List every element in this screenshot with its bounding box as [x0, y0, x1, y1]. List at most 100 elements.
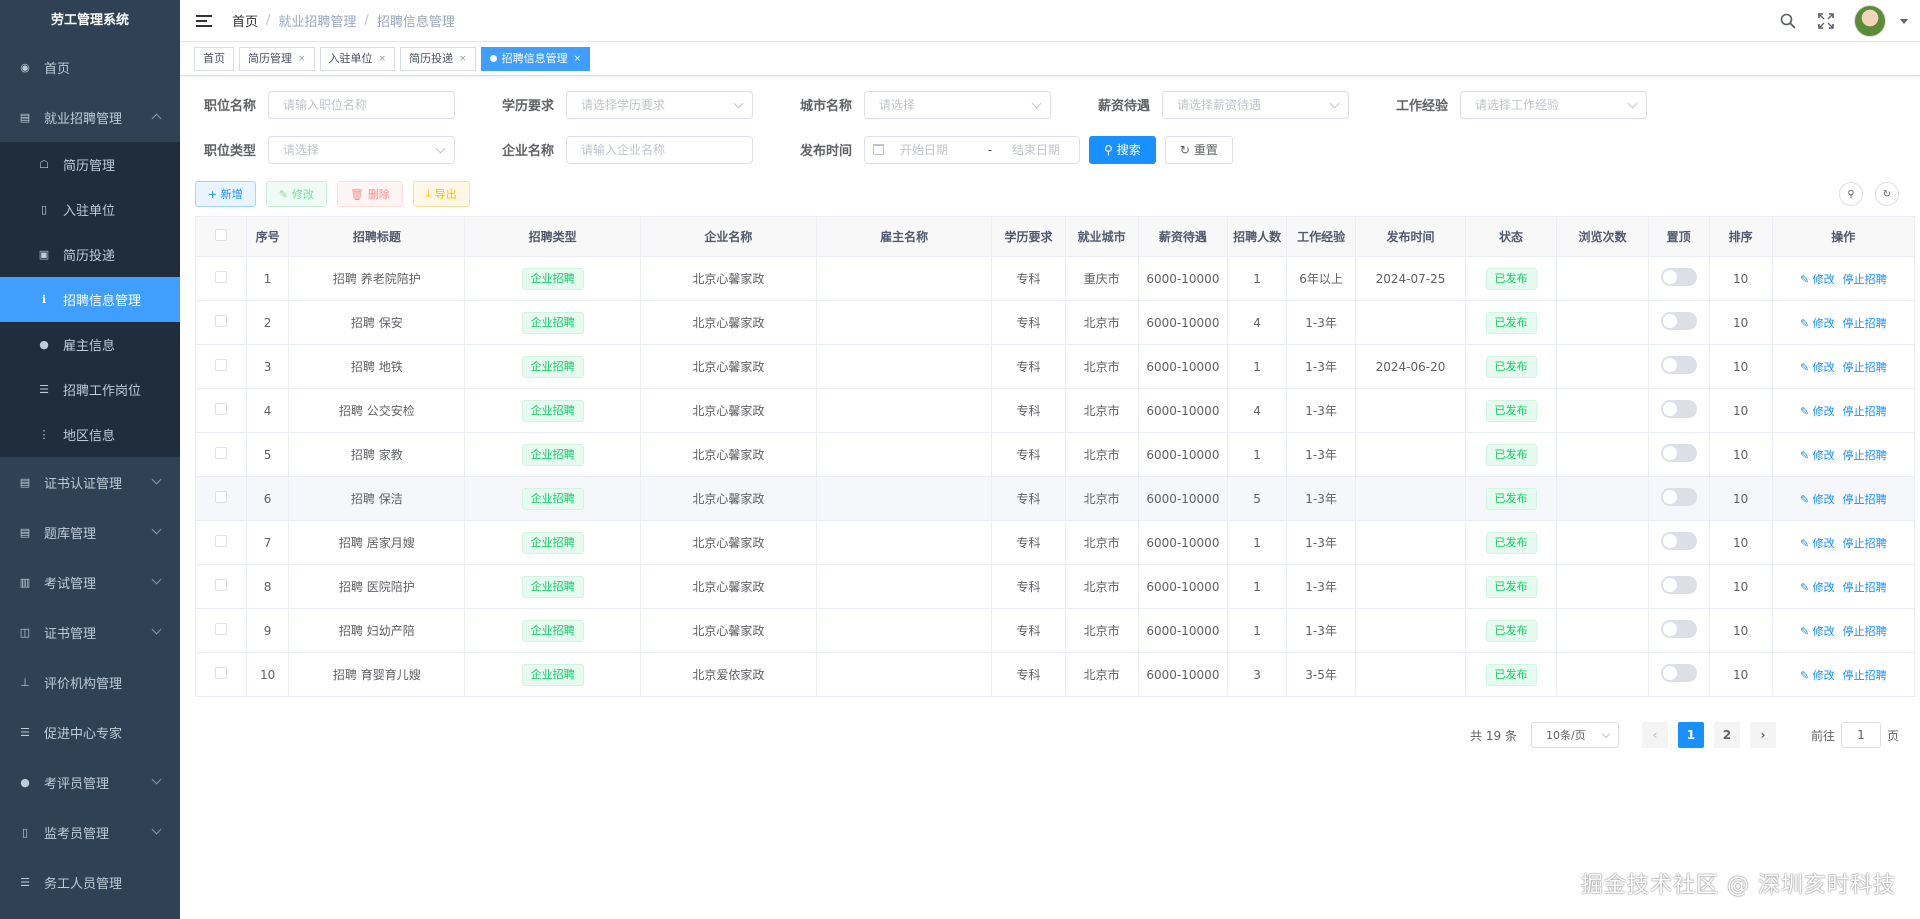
row-edit-link[interactable]: ✎ 修改 [1800, 669, 1835, 682]
row-checkbox[interactable] [214, 359, 227, 371]
menu-item-cert-auth[interactable]: ▤ 证书认证管理 [0, 457, 180, 507]
start-date[interactable]: 开始日期 [900, 137, 980, 163]
refresh-icon[interactable]: ↻ [1875, 182, 1899, 206]
row-checkbox[interactable] [214, 623, 227, 635]
search-icon[interactable] [1778, 11, 1798, 31]
goto-page-input[interactable]: 1 [1840, 722, 1881, 748]
top-switch[interactable] [1660, 576, 1697, 594]
prev-page-button[interactable]: ‹ [1641, 722, 1668, 748]
row-stop-link[interactable]: 停止招聘 [1843, 537, 1887, 550]
education-select[interactable]: 请选择学历要求 [566, 90, 753, 119]
row-stop-link[interactable]: 停止招聘 [1843, 625, 1887, 638]
row-stop-link[interactable]: 停止招聘 [1843, 449, 1887, 462]
page-1-button[interactable]: 1 [1677, 722, 1704, 748]
export-button[interactable]: ⤓ 导出 [412, 181, 470, 207]
close-icon[interactable]: × [574, 48, 582, 70]
row-checkbox[interactable] [214, 535, 227, 547]
row-checkbox[interactable] [214, 271, 227, 283]
menu-item-evaluators[interactable]: ● 考评员管理 [0, 757, 180, 807]
menu-item-home[interactable]: ◉ 首页 [0, 42, 180, 92]
row-edit-link[interactable]: ✎ 修改 [1800, 405, 1835, 418]
top-switch[interactable] [1660, 620, 1697, 638]
submenu-item-delivery[interactable]: ▣ 简历投递 [0, 232, 180, 277]
submenu-item-region[interactable]: ⋮ 地区信息 [0, 412, 180, 457]
row-edit-link[interactable]: ✎ 修改 [1800, 361, 1835, 374]
menu-item-question-bank[interactable]: ▤ 题库管理 [0, 507, 180, 557]
date-range-picker[interactable]: 开始日期 - 结束日期 [864, 135, 1080, 164]
tag-company[interactable]: 入驻单位 × [319, 46, 396, 71]
row-stop-link[interactable]: 停止招聘 [1843, 493, 1887, 506]
col-header: 招聘人数 [1227, 216, 1288, 257]
tag-home[interactable]: 首页 [194, 46, 234, 71]
menu-item-exam[interactable]: ▥ 考试管理 [0, 557, 180, 607]
row-edit-link[interactable]: ✎ 修改 [1800, 317, 1835, 330]
tag-delivery[interactable]: 简历投递 × [400, 46, 476, 71]
end-date[interactable]: 结束日期 [1000, 137, 1060, 163]
row-edit-link[interactable]: ✎ 修改 [1800, 625, 1835, 638]
position-type-select[interactable]: 请选择 [268, 135, 455, 164]
submenu-item-resume[interactable]: ☖ 简历管理 [0, 142, 180, 187]
row-stop-link[interactable]: 停止招聘 [1843, 581, 1887, 594]
tag-recruit-info[interactable]: 招聘信息管理 × [480, 46, 591, 71]
row-stop-link[interactable]: 停止招聘 [1843, 273, 1887, 286]
top-switch[interactable] [1660, 400, 1697, 418]
submenu-item-recruit-info[interactable]: ℹ 招聘信息管理 [0, 277, 180, 322]
salary-select[interactable]: 请选择薪资待遇 [1162, 90, 1349, 119]
next-page-button[interactable]: › [1749, 722, 1776, 748]
search-button[interactable]: ⚲ 搜索 [1089, 135, 1156, 164]
delete-button[interactable]: 🗑 删除 [336, 181, 403, 207]
top-switch[interactable] [1660, 268, 1697, 286]
top-switch[interactable] [1660, 444, 1697, 462]
status-badge: 已发布 [1485, 531, 1537, 554]
top-switch[interactable] [1660, 356, 1697, 374]
row-checkbox[interactable] [214, 667, 227, 679]
menu-item-recruitment[interactable]: ▤ 就业招聘管理 [0, 92, 180, 142]
submenu-item-positions[interactable]: ☰ 招聘工作岗位 [0, 367, 180, 412]
row-stop-link[interactable]: 停止招聘 [1843, 669, 1887, 682]
row-edit-link[interactable]: ✎ 修改 [1800, 273, 1835, 286]
close-icon[interactable]: × [459, 48, 467, 70]
row-edit-link[interactable]: ✎ 修改 [1800, 449, 1835, 462]
reset-button[interactable]: ↻ 重置 [1164, 135, 1233, 164]
add-button[interactable]: + 新增 [195, 181, 256, 207]
top-switch[interactable] [1660, 312, 1697, 330]
city-select[interactable]: 请选择 [864, 90, 1051, 119]
position-name-input[interactable]: 请输入职位名称 [268, 90, 455, 119]
hamburger-icon[interactable] [196, 13, 212, 29]
row-checkbox[interactable] [214, 491, 227, 503]
experience-select[interactable]: 请选择工作经验 [1460, 90, 1647, 119]
page-2-button[interactable]: 2 [1713, 722, 1740, 748]
row-stop-link[interactable]: 停止招聘 [1843, 361, 1887, 374]
row-checkbox[interactable] [214, 403, 227, 415]
caret-down-icon[interactable] [1900, 18, 1908, 24]
menu-item-eval-org[interactable]: ⊥ 评价机构管理 [0, 657, 180, 707]
row-edit-link[interactable]: ✎ 修改 [1800, 581, 1835, 594]
close-icon[interactable]: × [379, 48, 387, 70]
top-switch[interactable] [1660, 532, 1697, 550]
fullscreen-icon[interactable] [1816, 11, 1836, 31]
avatar[interactable] [1854, 5, 1886, 37]
submenu-item-company[interactable]: ▯ 入驻单位 [0, 187, 180, 232]
row-checkbox[interactable] [214, 579, 227, 591]
page-size-select[interactable]: 10条/页 [1530, 722, 1619, 748]
breadcrumb-home[interactable]: 首页 [232, 11, 258, 30]
top-switch[interactable] [1660, 488, 1697, 506]
top-switch[interactable] [1660, 664, 1697, 682]
menu-item-workers[interactable]: ☰ 务工人员管理 [0, 857, 180, 907]
row-checkbox[interactable] [214, 315, 227, 327]
tag-resume[interactable]: 简历管理 × [239, 46, 315, 71]
menu-item-experts[interactable]: ☰ 促进中心专家 [0, 707, 180, 757]
menu-item-proctors[interactable]: ▯ 监考员管理 [0, 807, 180, 857]
close-icon[interactable]: × [298, 48, 306, 70]
row-edit-link[interactable]: ✎ 修改 [1800, 493, 1835, 506]
company-input[interactable]: 请输入企业名称 [566, 135, 753, 164]
select-all-checkbox[interactable] [214, 229, 227, 241]
row-stop-link[interactable]: 停止招聘 [1843, 405, 1887, 418]
submenu-item-employer[interactable]: ● 雇主信息 [0, 322, 180, 367]
row-stop-link[interactable]: 停止招聘 [1843, 317, 1887, 330]
toggle-search-icon[interactable]: ⚲ [1839, 182, 1863, 206]
edit-button[interactable]: ✎ 修改 [265, 181, 327, 207]
row-checkbox[interactable] [214, 447, 227, 459]
row-edit-link[interactable]: ✎ 修改 [1800, 537, 1835, 550]
menu-item-certificate[interactable]: ◫ 证书管理 [0, 607, 180, 657]
